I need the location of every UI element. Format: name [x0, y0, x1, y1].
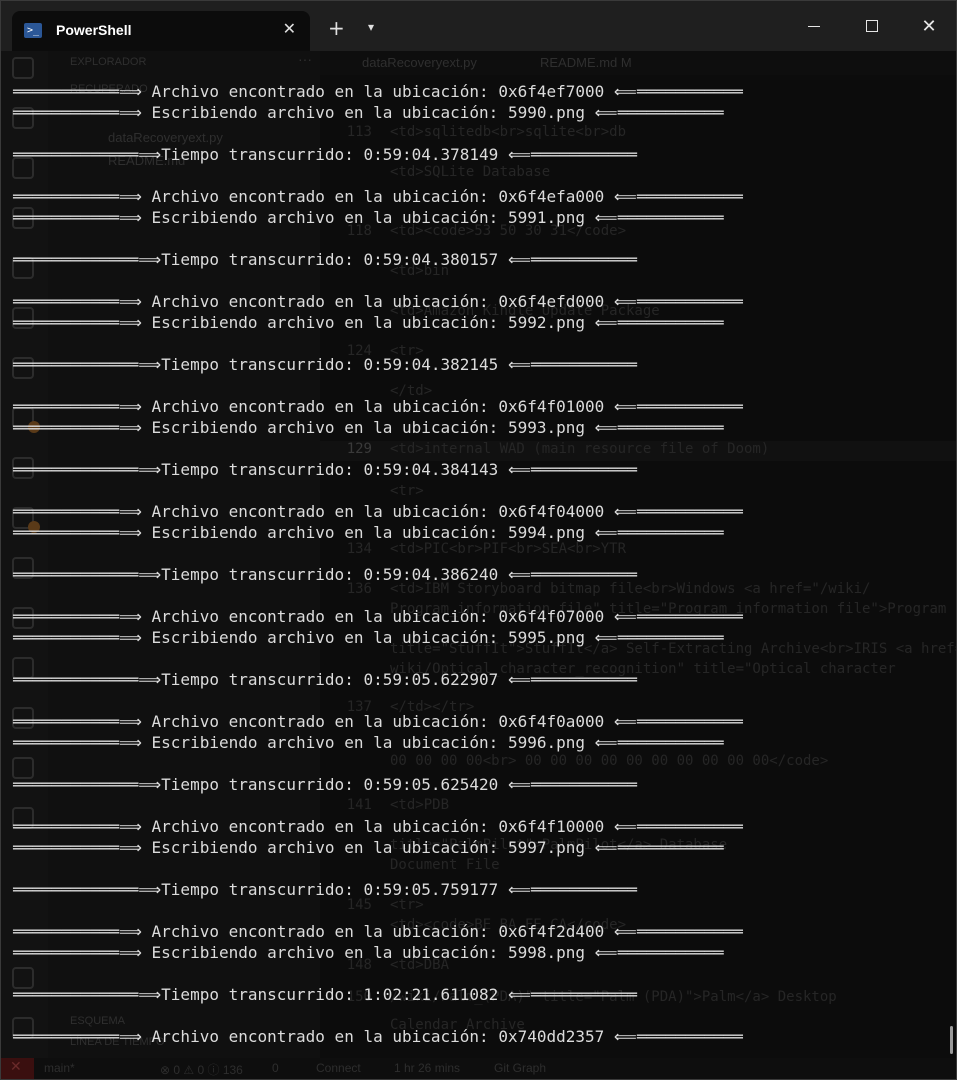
terminal-line: ═══════════⟹ Escribiendo archivo en la u…	[13, 313, 724, 332]
maximize-icon	[866, 20, 878, 32]
close-button[interactable]: ✕	[900, 8, 957, 44]
plus-icon[interactable]: +	[328, 16, 345, 40]
terminal-line: ═══════════⟹ Escribiendo archivo en la u…	[13, 103, 724, 122]
close-icon: ✕	[921, 15, 937, 37]
terminal-line: ═══════════⟹ Archivo encontrado en la ub…	[13, 712, 743, 731]
powershell-icon: >_	[24, 23, 42, 38]
terminal-line: ═════════════⟹Tiempo transcurrido: 0:59:…	[13, 775, 637, 794]
terminal-line: ═══════════⟹ Escribiendo archivo en la u…	[13, 418, 724, 437]
maximize-button[interactable]	[843, 8, 901, 44]
terminal-line: ═══════════⟹ Escribiendo archivo en la u…	[13, 628, 724, 647]
terminal-line: ═══════════⟹ Escribiendo archivo en la u…	[13, 208, 724, 227]
terminal-line: ═══════════⟹ Archivo encontrado en la ub…	[13, 817, 743, 836]
terminal-line: ═══════════⟹ Archivo encontrado en la ub…	[13, 922, 743, 941]
terminal-line: ═══════════⟹ Archivo encontrado en la ub…	[13, 607, 743, 626]
tab-title: PowerShell	[56, 22, 132, 38]
terminal-line: ═════════════⟹Tiempo transcurrido: 0:59:…	[13, 250, 637, 269]
scrollbar-thumb[interactable]	[950, 1026, 953, 1054]
terminal-line: ═════════════⟹Tiempo transcurrido: 0:59:…	[13, 460, 637, 479]
terminal-line: ═══════════⟹ Archivo encontrado en la ub…	[13, 1027, 743, 1046]
terminal-line: ═══════════⟹ Archivo encontrado en la ub…	[13, 82, 743, 101]
terminal-line: ═══════════⟹ Archivo encontrado en la ub…	[13, 292, 743, 311]
terminal-line: ═════════════⟹Tiempo transcurrido: 0:59:…	[13, 565, 637, 584]
terminal-line: ═══════════⟹ Escribiendo archivo en la u…	[13, 733, 724, 752]
terminal-output[interactable]: ═══════════⟹ Archivo encontrado en la ub…	[0, 51, 957, 1080]
minimize-button[interactable]	[785, 8, 843, 44]
close-icon[interactable]: ✕	[283, 19, 296, 38]
title-bar: >_ PowerShell ✕ + ▾ ✕	[0, 0, 957, 51]
terminal-line: ═════════════⟹Tiempo transcurrido: 0:59:…	[13, 880, 637, 899]
terminal-line: ═══════════⟹ Escribiendo archivo en la u…	[13, 523, 724, 542]
chevron-down-icon[interactable]: ▾	[368, 20, 374, 34]
terminal-line: ═══════════⟹ Archivo encontrado en la ub…	[13, 187, 743, 206]
terminal-line: ═════════════⟹Tiempo transcurrido: 1:02:…	[13, 985, 637, 1004]
minimize-icon	[808, 25, 820, 27]
tab-powershell[interactable]: >_ PowerShell ✕	[12, 11, 310, 51]
terminal-line: ═════════════⟹Tiempo transcurrido: 0:59:…	[13, 145, 637, 164]
terminal-line: ═══════════⟹ Escribiendo archivo en la u…	[13, 943, 724, 962]
terminal-line: ═════════════⟹Tiempo transcurrido: 0:59:…	[13, 670, 637, 689]
terminal-line: ═══════════⟹ Archivo encontrado en la ub…	[13, 502, 743, 521]
terminal-line: ═════════════⟹Tiempo transcurrido: 0:59:…	[13, 355, 637, 374]
terminal-line: ═══════════⟹ Escribiendo archivo en la u…	[13, 838, 724, 857]
terminal-line: ═══════════⟹ Archivo encontrado en la ub…	[13, 397, 743, 416]
